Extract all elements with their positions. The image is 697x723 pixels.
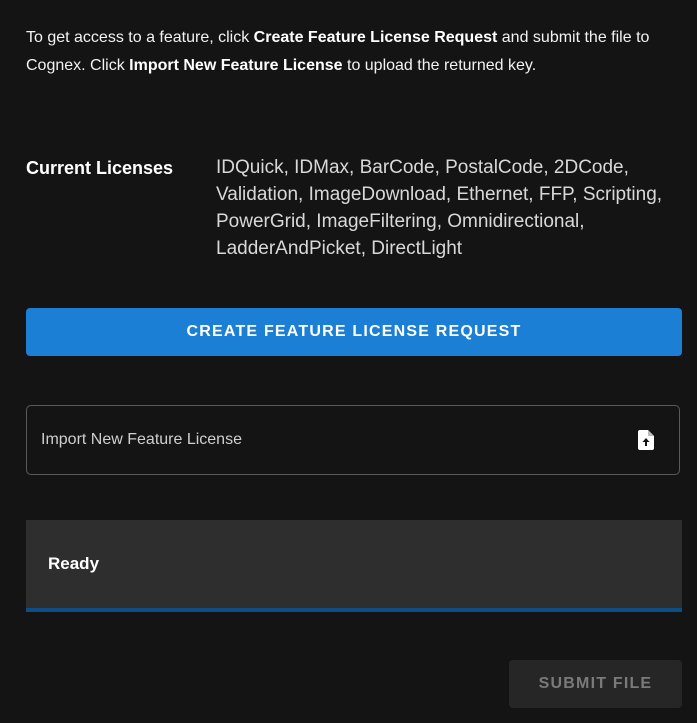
instructions-import-emphasis: Import New Feature License	[129, 57, 343, 74]
current-licenses-section: Current Licenses IDQuick, IDMax, BarCode…	[26, 154, 686, 262]
instructions-part-3: to upload the returned key.	[342, 57, 537, 74]
instructions-part-1: To get access to a feature, click	[26, 29, 254, 46]
import-field-label: Import New Feature License	[41, 431, 242, 448]
instructions-text: To get access to a feature, click Create…	[26, 24, 676, 80]
import-new-feature-license-field[interactable]: Import New Feature License	[26, 405, 680, 475]
create-feature-license-request-button[interactable]: CREATE FEATURE LICENSE REQUEST	[26, 308, 682, 356]
instructions-create-emphasis: Create Feature License Request	[253, 29, 498, 46]
file-upload-icon[interactable]	[637, 429, 655, 451]
current-licenses-label: Current Licenses	[26, 158, 174, 178]
current-licenses-list: IDQuick, IDMax, BarCode, PostalCode, 2DC…	[216, 157, 663, 259]
status-text: Ready	[48, 554, 100, 573]
status-panel: Ready	[26, 520, 682, 612]
submit-file-button[interactable]: SUBMIT FILE	[509, 660, 682, 708]
